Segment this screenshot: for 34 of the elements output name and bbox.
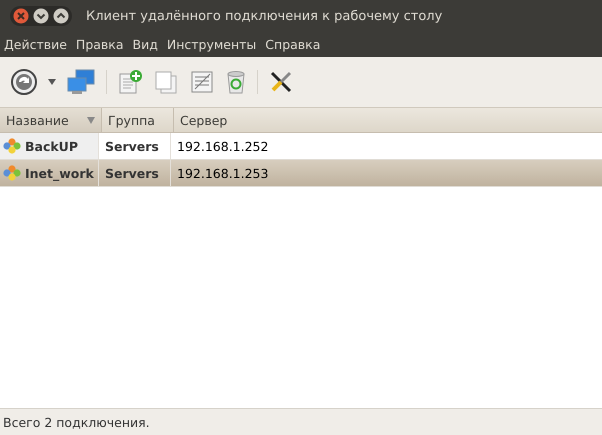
column-header-label: Группа [108, 112, 155, 128]
table-cell: Servers [105, 138, 159, 154]
minimize-button[interactable] [33, 8, 49, 24]
column-header-cell[interactable]: Сервер [174, 108, 602, 132]
new-document-icon[interactable] [117, 69, 143, 95]
table-row[interactable]: Inet_work Servers 192.168.1.253 [0, 160, 602, 187]
table-cell: BackUP [25, 138, 78, 154]
table-cell: 192.168.1.252 [177, 138, 268, 154]
recycle-bin-icon[interactable] [225, 69, 247, 95]
computers-icon[interactable] [66, 69, 96, 95]
menu-item[interactable]: Справка [265, 37, 320, 52]
window-title: Клиент удалённого подключения к рабочему столу [86, 8, 442, 24]
network-icon [3, 165, 21, 181]
connect-icon[interactable] [10, 68, 38, 96]
edit-document-icon[interactable] [189, 69, 215, 95]
sort-arrow-icon [87, 116, 95, 124]
column-header-label: Сервер [180, 112, 228, 128]
network-icon [3, 138, 21, 154]
column-header-label: Название [6, 112, 69, 128]
menu-item[interactable]: Действие [4, 37, 67, 52]
maximize-button[interactable] [53, 8, 69, 24]
tools-icon[interactable] [268, 69, 294, 95]
menu-item[interactable]: Инструменты [166, 37, 256, 52]
table-cell: 192.168.1.253 [177, 166, 268, 180]
menu-item[interactable]: Правка [76, 37, 124, 52]
column-header-cell[interactable]: Группа [102, 108, 174, 132]
close-button[interactable] [13, 8, 29, 24]
table-cell: Servers [105, 166, 159, 180]
column-header-cell[interactable]: Название [0, 108, 102, 132]
table-cell: Inet_work [25, 166, 94, 180]
dropdown-arrow-icon[interactable] [48, 79, 56, 85]
menu-item[interactable]: Вид [132, 37, 158, 52]
status-text: Всего 2 подключения. [3, 414, 150, 430]
copy-document-icon[interactable] [153, 69, 179, 95]
